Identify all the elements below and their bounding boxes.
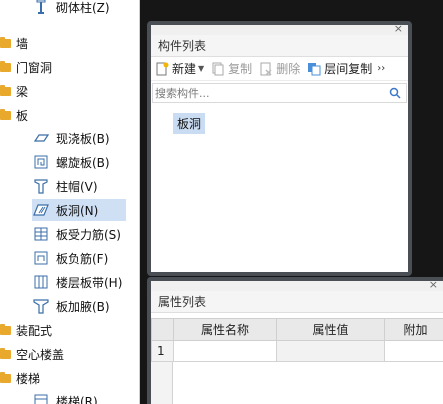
tree-item-label: 螺旋板(B) — [56, 155, 110, 170]
tree-group-label: 门窗洞 — [16, 60, 53, 75]
component-list-panel: × 构件列表 新建 ▼ 复制 删除 层间复制 ›› 板洞 — [147, 21, 412, 276]
tree-item-slab-rebar[interactable]: 板受力筋(S) — [33, 223, 121, 245]
row-number-header — [151, 318, 174, 341]
tree-group-hollow-floor[interactable]: 空心楼盖 — [0, 343, 64, 365]
panel-title: 属性列表 — [151, 291, 443, 313]
copy-icon — [212, 62, 224, 75]
folder-icon — [0, 36, 11, 48]
delete-label: 删除 — [276, 62, 301, 76]
table-header-row: 属性名称 属性值 附加 — [151, 318, 443, 341]
folder-icon — [0, 60, 11, 72]
tree-group-stair[interactable]: 楼梯 — [0, 367, 40, 389]
tree-item-masonry-column[interactable]: 砌体柱(Z) — [33, 0, 110, 18]
column-header-extra[interactable]: 附加 — [384, 318, 443, 341]
component-list-item[interactable]: 板洞 — [173, 113, 206, 134]
attribute-value-cell[interactable] — [276, 340, 385, 362]
copy-button[interactable]: 复制 — [211, 60, 252, 77]
panel-header-bar: × — [151, 25, 408, 35]
tree-item-label: 柱帽(V) — [56, 179, 98, 194]
tree-group-wall[interactable]: 墙 — [0, 32, 28, 54]
folder-icon — [0, 108, 11, 120]
component-search-box — [152, 83, 407, 103]
delete-button[interactable]: 删除 — [259, 60, 300, 77]
tree-group-label: 板 — [16, 108, 29, 123]
tree-item-slab-hole[interactable]: 板洞(N) — [32, 199, 126, 221]
tree-group-prefab[interactable]: 装配式 — [0, 319, 52, 341]
tree-group-door-window[interactable]: 门窗洞 — [0, 56, 52, 78]
tree-item-negative-rebar[interactable]: 板负筋(F) — [33, 247, 108, 269]
row-number: 1 — [151, 340, 174, 362]
new-label: 新建 — [172, 62, 197, 76]
stair-icon — [33, 393, 49, 404]
slab-haunch-icon — [33, 298, 49, 314]
panel-title: 构件列表 — [151, 35, 408, 57]
copy-label: 复制 — [228, 62, 253, 76]
delete-icon — [260, 62, 272, 76]
tree-group-label: 梁 — [16, 84, 29, 99]
cast-slab-icon — [33, 130, 50, 146]
floor-copy-label: 层间复制 — [324, 62, 373, 76]
search-icon[interactable] — [389, 87, 401, 99]
folder-icon — [0, 347, 11, 359]
tree-item-label: 楼层板带(H) — [56, 275, 123, 290]
row-header-strip — [151, 362, 173, 404]
tree-group-beam[interactable]: 梁 — [0, 80, 28, 102]
tree-item-label: 板加腋(B) — [56, 299, 110, 314]
tree-item-column-cap[interactable]: 柱帽(V) — [33, 175, 98, 197]
tree-group-label: 空心楼盖 — [16, 347, 65, 362]
search-input[interactable] — [153, 84, 389, 102]
attribute-name-cell[interactable] — [173, 340, 277, 362]
tree-group-label: 装配式 — [16, 323, 53, 338]
spiral-slab-icon — [33, 154, 49, 170]
slab-rebar-icon — [33, 226, 49, 242]
folder-icon — [0, 84, 11, 96]
tree-item-slab-haunch[interactable]: 板加腋(B) — [33, 295, 110, 317]
tree-item-label: 板洞(N) — [56, 203, 99, 218]
floor-copy-button[interactable]: 层间复制 — [307, 60, 372, 77]
tree-item-floor-strip[interactable]: 楼层板带(H) — [33, 271, 122, 293]
floor-copy-icon — [308, 62, 321, 75]
slab-hole-icon — [33, 202, 49, 218]
column-header-value[interactable]: 属性值 — [276, 318, 385, 341]
tree-item-label: 楼梯(R) — [56, 394, 98, 404]
chevron-down-icon[interactable]: ▼ — [198, 64, 204, 73]
panel-header-bar: × — [151, 281, 443, 291]
tree-item-cast-slab[interactable]: 现浇板(B) — [33, 127, 110, 149]
table-row[interactable]: 1 — [151, 340, 443, 362]
tree-item-label: 板负筋(F) — [56, 251, 109, 266]
new-button[interactable]: 新建 ▼ — [155, 60, 204, 77]
component-tree: 砌体柱(Z) 墙 门窗洞 梁 板 现浇板(B) 螺旋板(B) 柱帽(V) 板洞(… — [0, 0, 140, 404]
attribute-table: 属性名称 属性值 附加 1 — [151, 318, 443, 362]
tree-group-slab[interactable]: 板 — [0, 104, 28, 126]
folder-icon — [0, 371, 11, 383]
tree-item-stair[interactable]: 楼梯(R) — [33, 390, 98, 404]
tree-group-label: 楼梯 — [16, 371, 41, 386]
close-icon[interactable]: × — [429, 281, 438, 291]
folder-icon — [0, 323, 11, 335]
attribute-list-panel: × 属性列表 属性名称 属性值 附加 1 — [147, 277, 443, 404]
masonry-column-icon — [33, 0, 49, 15]
negative-rebar-icon — [33, 250, 49, 266]
tree-item-label: 板受力筋(S) — [56, 227, 121, 242]
column-cap-icon — [33, 178, 49, 194]
attribute-extra-cell[interactable] — [384, 340, 443, 362]
tree-item-label: 现浇板(B) — [56, 131, 110, 146]
new-icon — [156, 62, 169, 75]
component-toolbar: 新建 ▼ 复制 删除 层间复制 ›› — [151, 57, 408, 81]
tree-item-spiral-slab[interactable]: 螺旋板(B) — [33, 151, 110, 173]
tree-group-label: 墙 — [16, 36, 29, 51]
floor-strip-icon — [33, 274, 49, 290]
toolbar-overflow-icon[interactable]: ›› — [377, 63, 385, 74]
column-header-name[interactable]: 属性名称 — [173, 318, 277, 341]
tree-item-label: 砌体柱(Z) — [56, 0, 110, 15]
close-icon[interactable]: × — [394, 25, 403, 35]
